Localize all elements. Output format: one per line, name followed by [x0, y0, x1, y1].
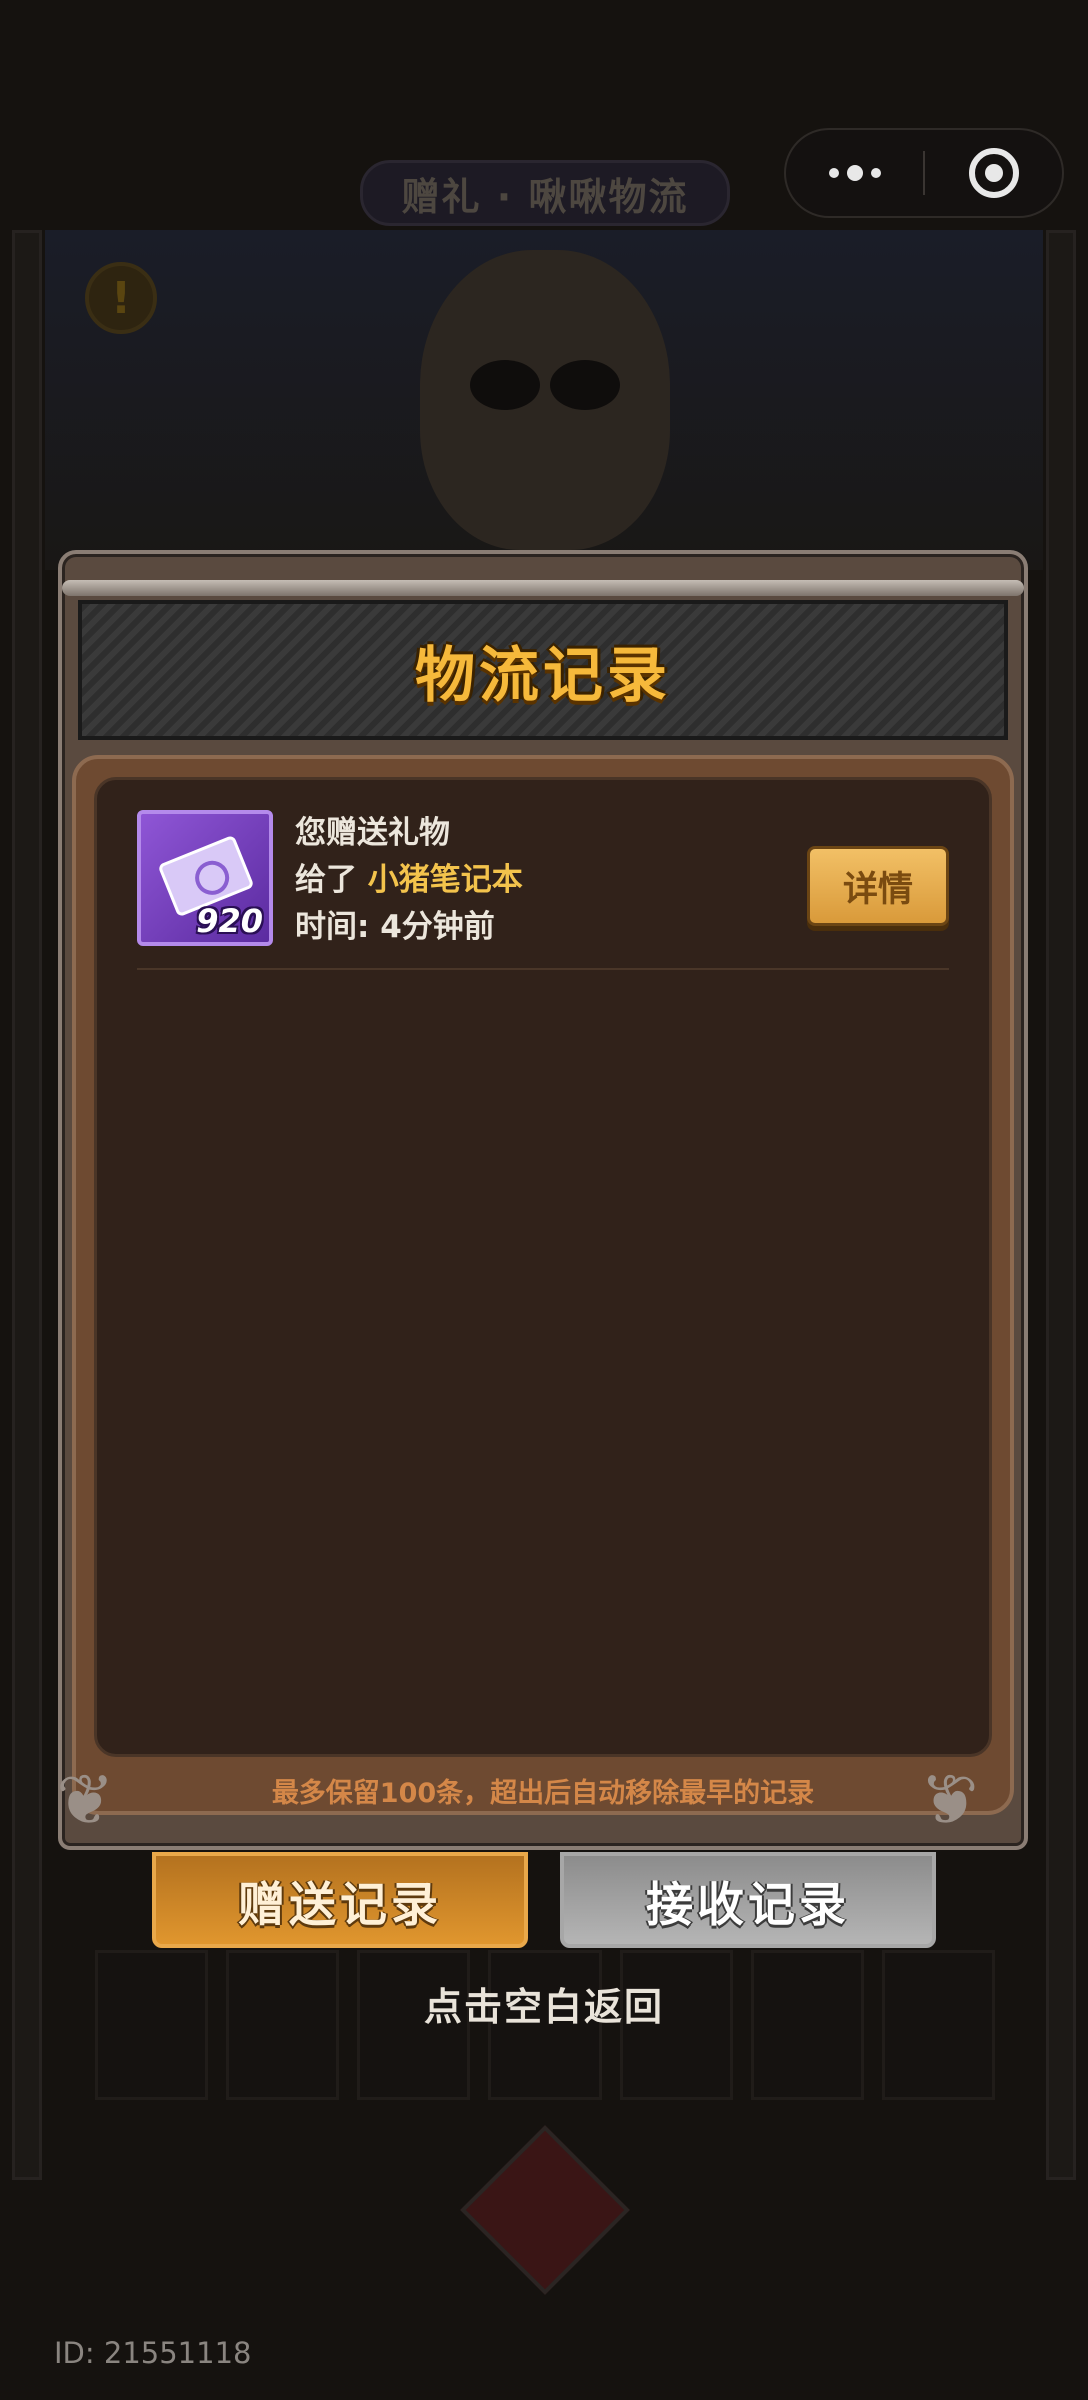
user-id: ID: 21551118	[54, 2336, 252, 2370]
tab-receive-records[interactable]: 接收记录	[560, 1852, 936, 1948]
record-text: 您赠送礼物 给了 小猪笔记本 时间: 4分钟前	[295, 810, 523, 951]
logistics-record-modal: 物流记录 920 您赠送礼物 给了 小猪笔记本 时间: 4分钟前 详情 最多保留…	[56, 550, 1028, 1850]
close-emblem-icon	[460, 2125, 630, 2295]
purple-ticket-icon: 920	[137, 810, 273, 946]
tab-send-records[interactable]: 赠送记录	[152, 1852, 528, 1948]
modal-title: 物流记录	[415, 640, 671, 711]
corner-ornament-icon: ❦	[920, 1759, 979, 1841]
list-item: 920 您赠送礼物 给了 小猪笔记本 时间: 4分钟前 详情	[137, 810, 949, 970]
target-close-icon	[968, 148, 1019, 198]
record-list[interactable]: 920 您赠送礼物 给了 小猪笔记本 时间: 4分钟前 详情	[94, 777, 992, 1757]
modal-body: 920 您赠送礼物 给了 小猪笔记本 时间: 4分钟前 详情 最多保留100条，…	[72, 755, 1014, 1815]
record-time-line: 时间: 4分钟前	[295, 904, 523, 951]
warning-icon: !	[85, 262, 157, 334]
modal-top-cap	[62, 580, 1024, 596]
detail-button[interactable]: 详情	[807, 846, 949, 926]
record-action: 您赠送礼物	[295, 815, 450, 851]
owl-eye-right	[550, 360, 620, 410]
close-miniprogram-button[interactable]	[925, 130, 1062, 216]
more-button[interactable]	[786, 130, 923, 216]
scene-banner: 赠礼 · 啾啾物流	[360, 160, 730, 226]
tap-blank-to-return[interactable]: 点击空白返回	[0, 1976, 1088, 2031]
owl-eye-left	[470, 360, 540, 410]
record-time-label: 时间:	[295, 909, 370, 945]
modal-header: 物流记录	[78, 600, 1008, 740]
miniprogram-capsule	[784, 128, 1064, 218]
scene-frame-right	[1046, 230, 1076, 2180]
owl-mascot-image	[420, 250, 670, 550]
gift-count: 920	[196, 902, 263, 940]
more-dots-icon	[828, 165, 881, 181]
record-recipient-line: 给了 小猪笔记本	[295, 857, 523, 904]
corner-ornament-icon: ❦	[56, 1759, 115, 1841]
scene-banner-title: 赠礼 · 啾啾物流	[401, 174, 689, 219]
record-recipient-prefix: 给了	[295, 862, 357, 898]
retention-note: 最多保留100条，超出后自动移除最早的记录	[271, 1778, 815, 1809]
scene-frame-left	[12, 230, 42, 2180]
record-recipient: 小猪笔记本	[367, 862, 523, 898]
record-time-value: 4分钟前	[380, 909, 495, 945]
